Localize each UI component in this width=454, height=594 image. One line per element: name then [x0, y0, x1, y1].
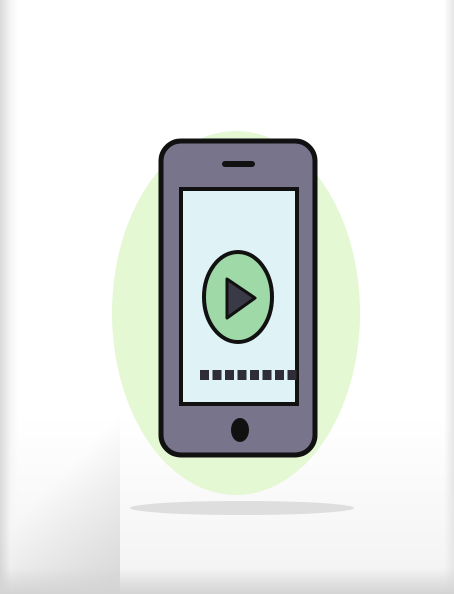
- home-button: [231, 418, 249, 442]
- progress-segment: [262, 370, 272, 380]
- ground-shadow: [130, 501, 354, 515]
- smartphone-video-illustration: [112, 131, 360, 515]
- progress-segment: [237, 370, 247, 380]
- progress-segment: [287, 370, 297, 380]
- progress-segment: [225, 370, 234, 380]
- progress-segment: [212, 370, 222, 380]
- image-frame: [0, 0, 454, 594]
- play-icon: [202, 250, 274, 344]
- progress-segment: [275, 370, 284, 380]
- progress-segment: [250, 370, 259, 380]
- phone-speaker: [222, 161, 255, 167]
- progress-segment: [200, 370, 209, 380]
